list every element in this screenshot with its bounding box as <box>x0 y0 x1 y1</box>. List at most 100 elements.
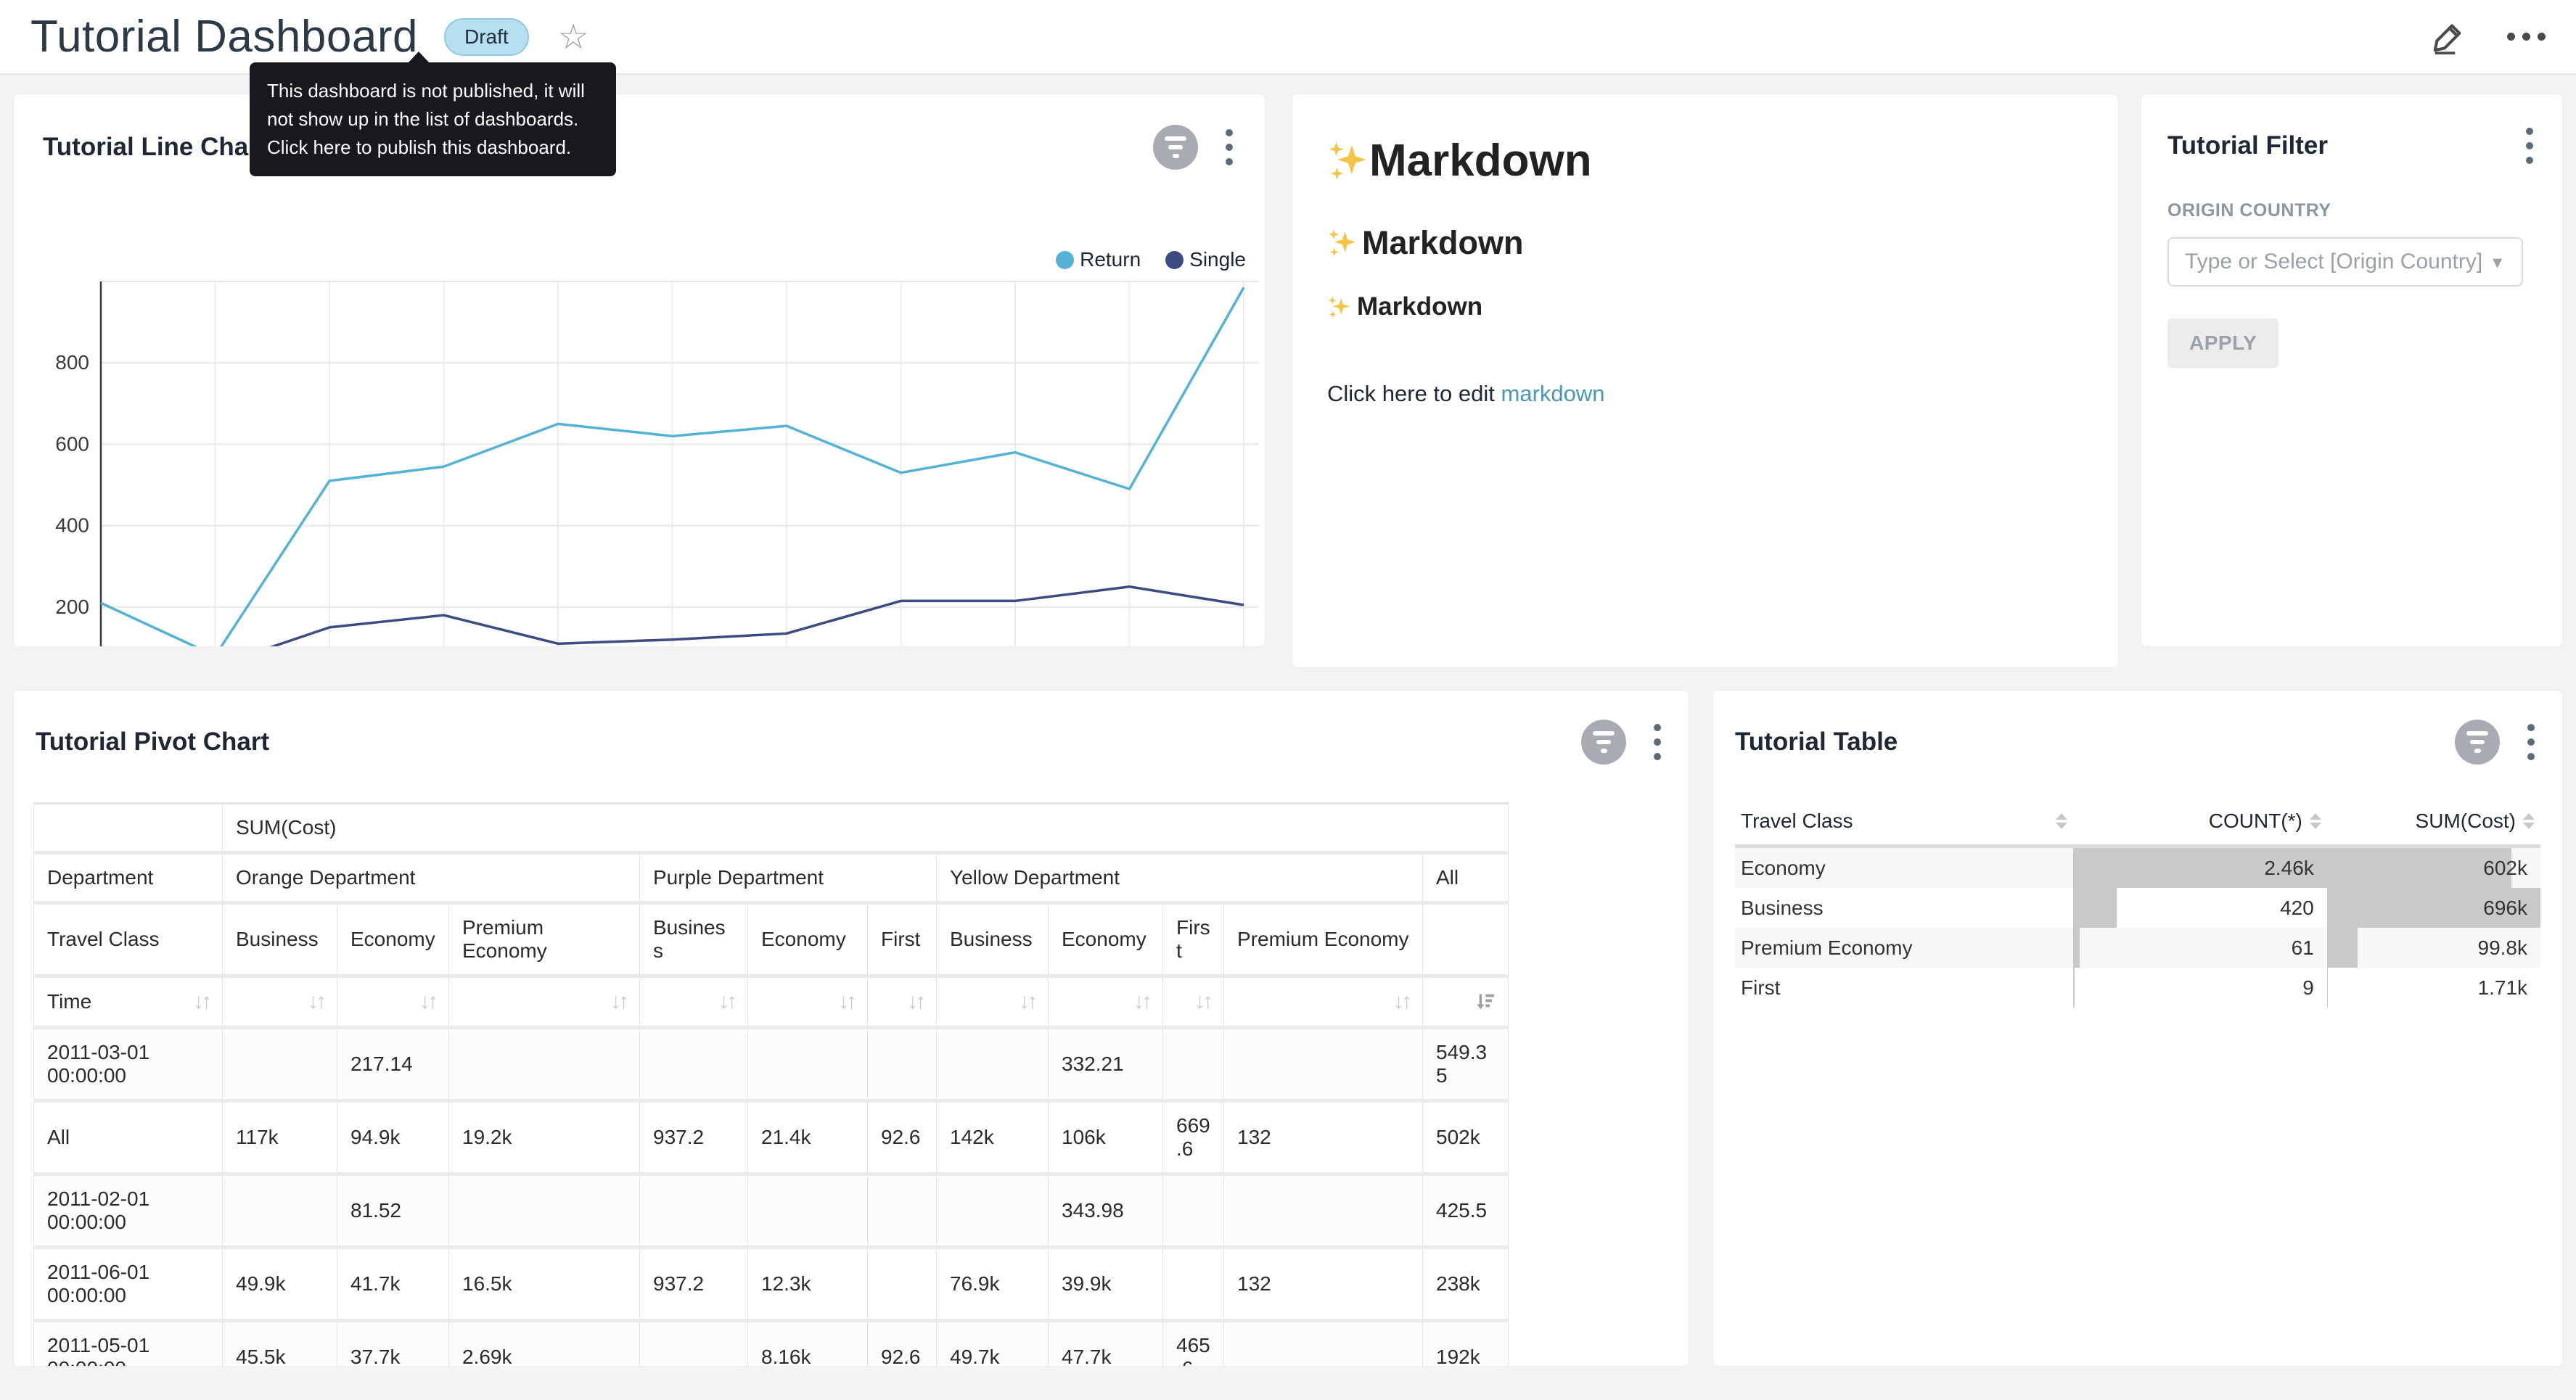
travel-class-cell: First <box>1735 968 2073 1008</box>
pivot-value-cell: 332.21 <box>1049 1028 1163 1101</box>
pivot-measure-header: SUM(Cost) <box>223 804 1509 853</box>
pivot-measure-row: SUM(Cost) <box>34 804 1509 853</box>
pivot-class-header: First <box>1163 903 1224 976</box>
pivot-value-cell <box>449 1174 640 1248</box>
pivot-dept-label: Department <box>34 853 223 903</box>
sort-icon[interactable]: ↓↑ <box>838 989 854 1014</box>
markdown-edit-link[interactable]: markdown <box>1501 381 1605 406</box>
pivot-time-cell: 2011-03-01 00:00:00 <box>34 1028 223 1101</box>
pivot-value-cell: 81.52 <box>337 1174 449 1248</box>
pivot-value-cell: 76.9k <box>937 1248 1049 1321</box>
pivot-data-row: All117k94.9k19.2k937.221.4k92.6142k106k6… <box>34 1101 1509 1174</box>
sort-icon[interactable]: ↓↑ <box>610 989 626 1014</box>
sort-icon[interactable] <box>2310 813 2321 829</box>
sum-cell: 696k <box>2327 888 2540 928</box>
pivot-data-row: 2011-03-01 00:00:00217.14332.21549.35 <box>34 1028 1509 1101</box>
svg-text:600: 600 <box>55 432 89 455</box>
pivot-data-row: 2011-02-01 00:00:0081.52343.98425.5 <box>34 1174 1509 1248</box>
filter-card-title: Tutorial Filter <box>2167 131 2328 160</box>
sort-icon[interactable]: ↓↑ <box>419 989 435 1014</box>
sort-icon[interactable]: ↓↑ <box>1133 989 1149 1014</box>
sparkles-icon <box>1327 140 1369 182</box>
pivot-value-cell: 37.7k <box>337 1321 449 1367</box>
legend-item-return[interactable]: Return <box>1056 248 1141 271</box>
publish-tooltip[interactable]: This dashboard is not published, it will… <box>250 62 616 176</box>
line-chart[interactable]: 200400600800FebruaryMarchAprilMayJuneJul… <box>14 271 1266 647</box>
sum-cell: 99.8k <box>2327 928 2540 968</box>
sparkles-icon <box>1327 295 1351 319</box>
pivot-group-header: All <box>1423 853 1509 903</box>
pivot-value-cell <box>640 1174 748 1248</box>
pivot-data-row: 2011-05-01 00:00:0045.5k37.7k2.69k8.16k9… <box>34 1321 1509 1367</box>
line-chart-kebab-icon[interactable] <box>1223 126 1236 168</box>
table-card-title: Tutorial Table <box>1735 728 1898 757</box>
sort-icon[interactable] <box>2056 813 2067 829</box>
count-cell: 9 <box>2073 968 2327 1008</box>
pivot-time-label: Time <box>47 990 91 1013</box>
select-placeholder: Type or Select [Origin Country] <box>2185 250 2482 274</box>
table-card-kebab-icon[interactable] <box>2524 721 2538 763</box>
col-header-sum-cost[interactable]: SUM(Cost) <box>2327 798 2540 847</box>
col-header-travel-class[interactable]: Travel Class <box>1735 798 2073 847</box>
pivot-class-header: Business <box>223 903 337 976</box>
pivot-value-cell <box>748 1028 868 1101</box>
pivot-class-header: Economy <box>748 903 868 976</box>
pivot-class-header: Premium Economy <box>1224 903 1423 976</box>
pivot-group-header: Yellow Department <box>937 853 1423 903</box>
sort-icon[interactable]: ↓↑ <box>193 989 209 1014</box>
markdown-h3: Markdown <box>1327 292 2083 321</box>
markdown-h1: Markdown <box>1327 135 2083 186</box>
pivot-department-row: DepartmentOrange DepartmentPurple Depart… <box>34 853 1509 903</box>
pivot-value-cell: 117k <box>223 1101 337 1174</box>
sort-icon[interactable] <box>2523 813 2535 829</box>
pivot-value-cell: 94.9k <box>337 1101 449 1174</box>
sort-icon[interactable]: ↓↑ <box>718 989 734 1014</box>
filter-indicator-icon[interactable] <box>1581 720 1626 765</box>
more-menu-icon[interactable] <box>2507 33 2546 41</box>
pivot-value-cell: 192k <box>1423 1321 1509 1367</box>
sort-icon[interactable]: ↓↑ <box>308 989 324 1014</box>
pivot-value-cell <box>868 1248 937 1321</box>
draft-badge[interactable]: Draft <box>444 18 529 56</box>
pivot-chart-title: Tutorial Pivot Chart <box>36 728 269 757</box>
origin-country-select[interactable]: Type or Select [Origin Country] ▾ <box>2167 237 2523 287</box>
table-row: Premium Economy6199.8k <box>1735 928 2540 968</box>
col-header-count[interactable]: COUNT(*) <box>2073 798 2327 847</box>
pivot-group-header: Purple Department <box>640 853 937 903</box>
pivot-value-cell: 47.7k <box>1049 1321 1163 1367</box>
filter-indicator-icon[interactable] <box>1153 125 1198 170</box>
pivot-data-row: 2011-06-01 00:00:0049.9k41.7k16.5k937.21… <box>34 1248 1509 1321</box>
legend-item-single[interactable]: Single <box>1165 248 1246 271</box>
table-row: Business420696k <box>1735 888 2540 928</box>
sort-icon[interactable]: ↓↑ <box>1194 989 1210 1014</box>
favorite-star-icon[interactable]: ☆ <box>558 17 589 57</box>
travel-class-cell: Economy <box>1735 847 2073 889</box>
pivot-class-header: Premium Economy <box>449 903 640 976</box>
sort-icon[interactable]: ↓↑ <box>1019 989 1035 1014</box>
sort-icon[interactable]: ↓↑ <box>907 989 923 1014</box>
filter-indicator-icon[interactable] <box>2455 720 2500 765</box>
pivot-value-cell <box>1224 1321 1423 1367</box>
pivot-value-cell: 343.98 <box>1049 1174 1163 1248</box>
svg-text:800: 800 <box>55 351 89 374</box>
apply-button[interactable]: APPLY <box>2167 318 2278 368</box>
sort-desc-active-icon[interactable] <box>1473 991 1495 1013</box>
edit-pencil-icon[interactable] <box>2432 20 2466 54</box>
filter-card-kebab-icon[interactable] <box>2523 125 2536 167</box>
pivot-class-header: First <box>868 903 937 976</box>
pivot-value-cell: 669.6 <box>1163 1101 1224 1174</box>
pivot-value-cell <box>223 1028 337 1101</box>
pivot-value-cell <box>1163 1028 1224 1101</box>
pivot-card-kebab-icon[interactable] <box>1651 721 1664 763</box>
pivot-value-cell: 19.2k <box>449 1101 640 1174</box>
pivot-value-cell <box>640 1028 748 1101</box>
pivot-value-cell: 2.69k <box>449 1321 640 1367</box>
origin-country-label: ORIGIN COUNTRY <box>2167 200 2536 221</box>
page-title: Tutorial Dashboard <box>30 11 418 62</box>
tutorial-table: Travel ClassCOUNT(*)SUM(Cost) Economy2.4… <box>1735 798 2540 1008</box>
sort-icon[interactable]: ↓↑ <box>1393 989 1409 1014</box>
pivot-value-cell: 12.3k <box>748 1248 868 1321</box>
pivot-value-cell: 49.7k <box>937 1321 1049 1367</box>
table-card: Tutorial Table Travel ClassCOUNT(*)SUM(C… <box>1712 690 2563 1367</box>
pivot-class-header <box>1423 903 1509 976</box>
